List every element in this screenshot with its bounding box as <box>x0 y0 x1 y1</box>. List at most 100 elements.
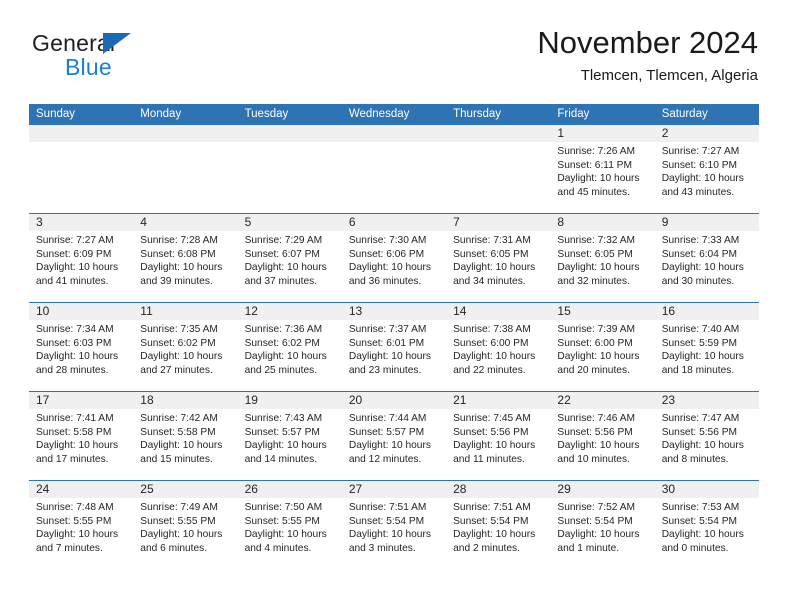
calendar-day-cell[interactable]: 14 Sunrise: 7:38 AM Sunset: 6:00 PM Dayligh… <box>446 303 551 391</box>
sunrise-text: Sunrise: 7:35 AM <box>140 324 218 335</box>
sunrise-text: Sunrise: 7:37 AM <box>348 324 427 335</box>
day-number: 20 <box>341 392 447 409</box>
day-number: 14 <box>446 303 551 320</box>
calendar-day-cell[interactable]: 3 Sunrise: 7:27 AM Sunset: 6:09 PM Daylight… <box>29 214 134 302</box>
day-details: Sunrise: 7:49 AM Sunset: 5:55 PM Daylight:… <box>133 498 237 555</box>
calendar-day-cell[interactable]: 22 Sunrise: 7:46 AM Sunset: 5:56 PM Dayligh… <box>550 392 655 480</box>
day-details: Sunrise: 7:51 AM Sunset: 5:54 PM Daylight:… <box>342 498 446 555</box>
daylight-text: Daylight: 10 hours and 34 minutes. <box>453 262 536 287</box>
day-details: Sunrise: 7:44 AM Sunset: 5:57 PM Daylight:… <box>342 409 446 466</box>
sunrise-text: Sunrise: 7:41 AM <box>36 413 114 424</box>
sunrise-text: Sunrise: 7:33 AM <box>661 235 740 246</box>
calendar-day-cell[interactable]: 25 Sunrise: 7:49 AM Sunset: 5:55 PM Dayligh… <box>133 481 238 569</box>
daylight-text: Daylight: 10 hours and 1 minute. <box>557 529 640 554</box>
calendar-day-cell[interactable]: 2 Sunrise: 7:27 AM Sunset: 6:10 PM Daylight… <box>654 125 759 213</box>
weekday-header-tuesday: Tuesday <box>244 108 289 120</box>
day-details: Sunrise: 7:46 AM Sunset: 5:56 PM Daylight:… <box>550 409 654 466</box>
daylight-text: Daylight: 10 hours and 3 minutes. <box>348 529 431 554</box>
calendar-day-cell[interactable]: 18 Sunrise: 7:42 AM Sunset: 5:58 PM Dayligh… <box>133 392 238 480</box>
sunrise-text: Sunrise: 7:53 AM <box>661 502 740 513</box>
day-number: 24 <box>29 481 134 498</box>
calendar-day-cell[interactable]: 6 Sunrise: 7:30 AM Sunset: 6:06 PM Daylight… <box>341 214 447 302</box>
calendar-day-cell[interactable]: 4 Sunrise: 7:28 AM Sunset: 6:08 PM Daylight… <box>133 214 238 302</box>
day-number: 23 <box>654 392 759 409</box>
general-blue-logo[interactable]: General Blue <box>30 26 230 86</box>
daylight-text: Daylight: 10 hours and 2 minutes. <box>453 529 536 554</box>
calendar-day-cell[interactable]: 28 Sunrise: 7:51 AM Sunset: 5:54 PM Dayligh… <box>446 481 551 569</box>
sunset-text: Sunset: 5:54 PM <box>661 515 738 527</box>
sunrise-text: Sunrise: 7:39 AM <box>557 324 635 335</box>
day-details: Sunrise: 7:36 AM Sunset: 6:02 PM Daylight:… <box>238 320 342 377</box>
sunset-text: Sunset: 5:59 PM <box>661 337 738 349</box>
calendar-day-cell[interactable]: 8 Sunrise: 7:32 AM Sunset: 6:05 PM Daylight… <box>550 214 655 302</box>
sunrise-text: Sunrise: 7:28 AM <box>140 235 218 246</box>
weekday-header-sunday: Sunday <box>36 108 76 120</box>
sunrise-text: Sunrise: 7:30 AM <box>348 235 427 246</box>
sunset-text: Sunset: 6:07 PM <box>244 248 320 260</box>
day-number: 16 <box>654 303 759 320</box>
calendar-day-cell[interactable]: 13 Sunrise: 7:37 AM Sunset: 6:01 PM Dayligh… <box>341 303 447 391</box>
calendar-day-cell[interactable]: 27 Sunrise: 7:51 AM Sunset: 5:54 PM Dayligh… <box>341 481 447 569</box>
day-details: Sunrise: 7:52 AM Sunset: 5:54 PM Daylight:… <box>550 498 654 555</box>
daylight-text: Daylight: 10 hours and 4 minutes. <box>244 529 327 554</box>
sunset-text: Sunset: 6:08 PM <box>140 248 216 260</box>
day-details: Sunrise: 7:29 AM Sunset: 6:07 PM Daylight:… <box>238 231 342 288</box>
daylight-text: Daylight: 10 hours and 22 minutes. <box>453 351 536 376</box>
day-number: 2 <box>654 125 759 142</box>
day-details: Sunrise: 7:27 AM Sunset: 6:09 PM Daylight:… <box>29 231 133 288</box>
calendar-day-cell[interactable]: 7 Sunrise: 7:31 AM Sunset: 6:05 PM Daylight… <box>446 214 551 302</box>
calendar-day-cell[interactable]: 15 Sunrise: 7:39 AM Sunset: 6:00 PM Dayligh… <box>550 303 655 391</box>
calendar-day-cell-empty <box>29 125 134 213</box>
day-number: 12 <box>237 303 342 320</box>
sunset-text: Sunset: 6:02 PM <box>244 337 320 349</box>
calendar-day-cell[interactable]: 23 Sunrise: 7:47 AM Sunset: 5:56 PM Dayligh… <box>654 392 759 480</box>
calendar-day-cell[interactable]: 10 Sunrise: 7:34 AM Sunset: 6:03 PM Dayligh… <box>29 303 134 391</box>
day-number: 22 <box>550 392 655 409</box>
sunrise-text: Sunrise: 7:27 AM <box>36 235 114 246</box>
daylight-text: Daylight: 10 hours and 36 minutes. <box>348 262 431 287</box>
sunset-text: Sunset: 6:04 PM <box>661 248 738 260</box>
sunset-text: Sunset: 5:56 PM <box>453 426 529 438</box>
sunset-text: Sunset: 6:00 PM <box>453 337 529 349</box>
sunrise-text: Sunrise: 7:51 AM <box>453 502 531 513</box>
sunset-text: Sunset: 5:54 PM <box>453 515 529 527</box>
sunrise-text: Sunrise: 7:29 AM <box>244 235 323 246</box>
sunrise-text: Sunrise: 7:40 AM <box>661 324 740 335</box>
sunset-text: Sunset: 6:09 PM <box>36 248 112 260</box>
logo-word-blue: Blue <box>65 54 112 80</box>
sunset-text: Sunset: 6:05 PM <box>453 248 529 260</box>
sunset-text: Sunset: 5:55 PM <box>36 515 112 527</box>
daylight-text: Daylight: 10 hours and 11 minutes. <box>453 440 536 465</box>
day-number: 29 <box>550 481 655 498</box>
page-header: General Blue November 2024 Tlemcen, Tlem… <box>30 25 758 94</box>
calendar-day-cell[interactable]: 1 Sunrise: 7:26 AM Sunset: 6:11 PM Daylight… <box>550 125 655 213</box>
sunrise-text: Sunrise: 7:32 AM <box>557 235 635 246</box>
calendar-day-cell[interactable]: 9 Sunrise: 7:33 AM Sunset: 6:04 PM Daylight… <box>654 214 759 302</box>
sunrise-text: Sunrise: 7:47 AM <box>661 413 740 424</box>
logo-triangle-icon <box>103 33 131 54</box>
day-details: Sunrise: 7:32 AM Sunset: 6:05 PM Daylight:… <box>550 231 654 288</box>
calendar-day-cell[interactable]: 12 Sunrise: 7:36 AM Sunset: 6:02 PM Dayligh… <box>237 303 342 391</box>
calendar-day-cell[interactable]: 20 Sunrise: 7:44 AM Sunset: 5:57 PM Dayligh… <box>341 392 447 480</box>
day-details: Sunrise: 7:42 AM Sunset: 5:58 PM Daylight:… <box>133 409 237 466</box>
calendar-week-row: 10 Sunrise: 7:34 AM Sunset: 6:03 PM Dayligh… <box>29 302 759 391</box>
day-details: Sunrise: 7:35 AM Sunset: 6:02 PM Daylight:… <box>133 320 237 377</box>
calendar-day-cell[interactable]: 17 Sunrise: 7:41 AM Sunset: 5:58 PM Dayligh… <box>29 392 134 480</box>
day-details: Sunrise: 7:47 AM Sunset: 5:56 PM Daylight:… <box>655 409 759 466</box>
calendar-day-cell[interactable]: 5 Sunrise: 7:29 AM Sunset: 6:07 PM Daylight… <box>237 214 342 302</box>
day-details: Sunrise: 7:51 AM Sunset: 5:54 PM Daylight:… <box>446 498 550 555</box>
calendar-day-cell[interactable]: 24 Sunrise: 7:48 AM Sunset: 5:55 PM Dayligh… <box>29 481 134 569</box>
day-details: Sunrise: 7:41 AM Sunset: 5:58 PM Daylight:… <box>29 409 133 466</box>
calendar-day-cell[interactable]: 11 Sunrise: 7:35 AM Sunset: 6:02 PM Dayligh… <box>133 303 238 391</box>
sunset-text: Sunset: 5:57 PM <box>244 426 320 438</box>
calendar-day-cell[interactable]: 29 Sunrise: 7:52 AM Sunset: 5:54 PM Dayligh… <box>550 481 655 569</box>
calendar-day-cell[interactable]: 30 Sunrise: 7:53 AM Sunset: 5:54 PM Dayligh… <box>654 481 759 569</box>
sunset-text: Sunset: 6:10 PM <box>661 159 738 171</box>
day-number: 1 <box>550 125 655 142</box>
calendar-day-cell[interactable]: 19 Sunrise: 7:43 AM Sunset: 5:57 PM Dayligh… <box>237 392 342 480</box>
day-number: 26 <box>237 481 342 498</box>
calendar-day-cell[interactable]: 26 Sunrise: 7:50 AM Sunset: 5:55 PM Dayligh… <box>237 481 342 569</box>
calendar-day-cell[interactable]: 16 Sunrise: 7:40 AM Sunset: 5:59 PM Dayligh… <box>654 303 759 391</box>
calendar-week-row: 1 Sunrise: 7:26 AM Sunset: 6:11 PM Daylight… <box>29 125 759 213</box>
calendar-day-cell[interactable]: 21 Sunrise: 7:45 AM Sunset: 5:56 PM Dayligh… <box>446 392 551 480</box>
